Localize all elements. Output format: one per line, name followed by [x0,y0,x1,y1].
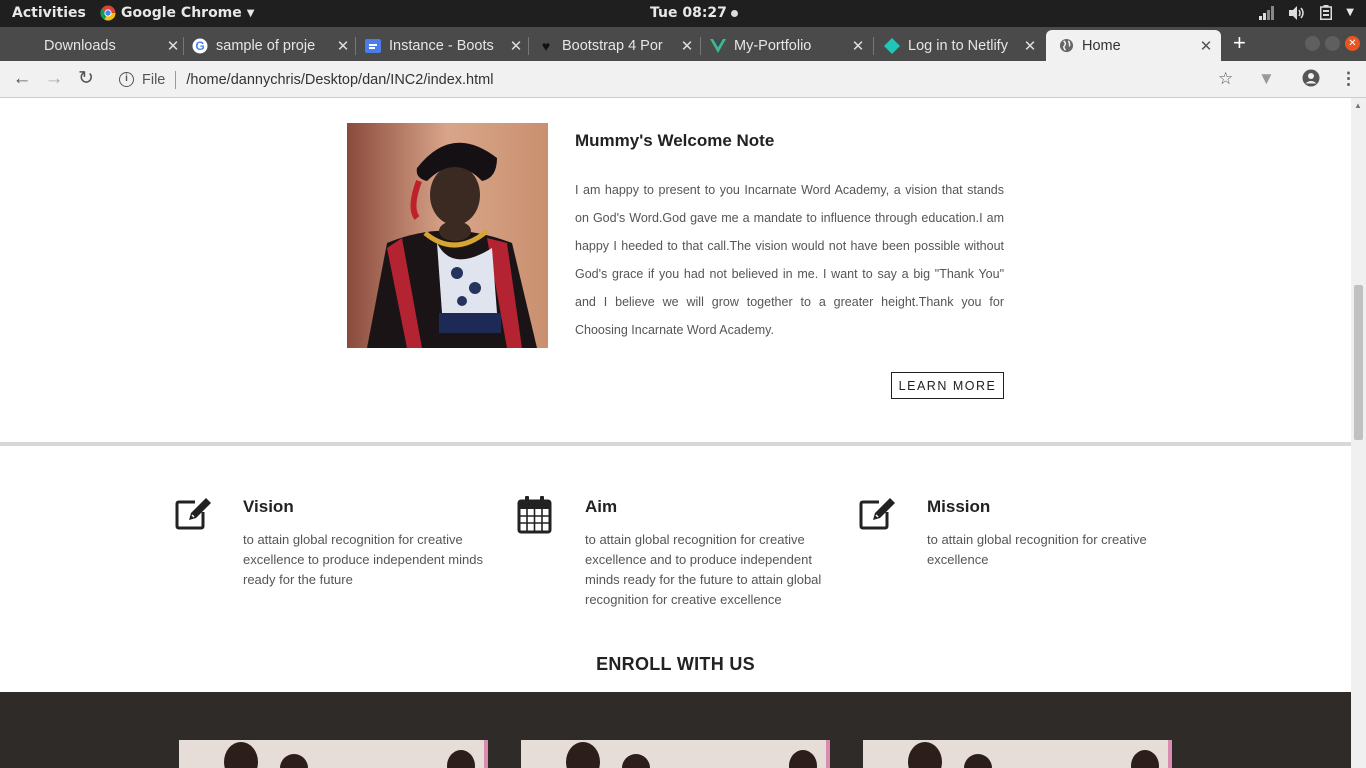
tab-title: Home [1082,37,1121,54]
url-text: /home/dannychris/Desktop/dan/INC2/index.… [186,71,494,88]
tab-separator [528,37,529,55]
reload-button[interactable]: ↻ [76,69,96,89]
browser-toolbar: ← → ↻ i File /home/dannychris/Desktop/da… [0,61,1366,98]
tab-separator [183,37,184,55]
instance-icon [365,38,381,54]
chrome-icon [100,5,116,21]
tab-title: sample of proje [216,37,316,54]
feature-text: to attain global recognition for creativ… [585,532,822,607]
forward-button[interactable]: → [44,69,64,89]
address-bar[interactable]: i File /home/dannychris/Desktop/dan/INC2… [110,65,1250,94]
wifi-signal-icon [1259,5,1275,20]
svg-text:G: G [195,39,204,53]
feature-text: to attain global recognition for creativ… [243,532,483,587]
chevron-down-icon: ▼ [246,7,255,19]
tab-downloads[interactable]: Downloads ✕ [20,30,180,61]
web-page: Mummy's Welcome Note I am happy to prese… [0,98,1351,768]
extension-icon[interactable]: ▼ [1258,69,1275,89]
tab-title: Downloads [44,37,116,54]
close-icon[interactable]: ✕ [1199,37,1213,55]
close-icon[interactable]: ✕ [680,37,694,55]
welcome-heading: Mummy's Welcome Note [575,131,775,150]
bookmark-star-icon[interactable]: ☆ [1218,69,1233,89]
tab-title: Log in to Netlify [908,37,1008,54]
clock-label: Tue 08:27 [650,5,727,21]
scrollbar-thumb[interactable] [1354,285,1363,440]
notification-dot-icon [730,9,738,17]
close-icon[interactable]: ✕ [509,37,523,55]
page-scrollbar[interactable]: ▲ [1351,98,1366,768]
learn-more-button[interactable]: LEARN MORE [891,372,1004,399]
tab-instance-bootstrap[interactable]: Instance - Boots ✕ [365,30,523,61]
minimize-button[interactable] [1305,36,1320,51]
tab-my-portfolio[interactable]: My-Portfolio ✕ [710,30,865,61]
tab-netlify-login[interactable]: Log in to Netlify ✕ [884,30,1037,61]
tab-bootstrap-portfolio[interactable]: ♥ Bootstrap 4 Por ✕ [538,30,694,61]
app-menu[interactable]: Google Chrome ▼ [100,5,254,21]
edit-icon [859,496,897,534]
globe-icon [1058,38,1074,54]
edit-icon [175,496,213,534]
url-scheme: File [142,71,166,88]
tab-title: My-Portfolio [734,37,812,54]
google-icon: G [192,38,208,54]
info-icon[interactable]: i [119,72,134,87]
tab-sample-of-project[interactable]: G sample of proje ✕ [192,30,350,61]
system-tray[interactable]: ▼ [1259,5,1354,20]
enroll-photo[interactable] [521,740,830,768]
profile-icon[interactable] [1302,69,1320,92]
calendar-icon [517,496,555,534]
battery-icon [1320,5,1333,20]
tab-separator [700,37,701,55]
volume-icon [1289,5,1305,20]
feature-text: to attain global recognition for creativ… [927,532,1147,567]
founder-portrait [347,123,548,348]
close-icon[interactable]: ✕ [336,37,350,55]
clock[interactable]: Tue 08:27 [650,5,738,21]
back-button[interactable]: ← [12,69,32,89]
tab-title: Bootstrap 4 Por [562,37,663,54]
tab-separator [873,37,874,55]
maximize-button[interactable] [1325,36,1340,51]
divider [175,70,177,89]
heart-icon: ♥ [541,37,551,54]
enroll-heading: ENROLL WITH US [596,654,755,674]
tab-title: Instance - Boots [389,37,494,54]
tab-strip: Downloads ✕ G sample of proje ✕ Instance… [0,27,1366,61]
app-name: Google Chrome [121,5,242,21]
tab-home[interactable]: Home ✕ [1046,30,1221,61]
enroll-photo[interactable] [179,740,488,768]
close-icon[interactable]: ✕ [851,37,865,55]
welcome-text: I am happy to present to you Incarnate W… [575,183,1004,337]
feature-title: Aim [585,497,618,516]
close-icon[interactable]: ✕ [1023,37,1037,55]
vue-icon [710,38,726,54]
system-top-bar: Activities Google Chrome ▼ Tue 08:27 ▼ [0,0,1366,27]
scroll-up-icon[interactable]: ▲ [1354,101,1362,110]
new-tab-button[interactable]: + [1233,32,1246,54]
tab-separator [355,37,356,55]
chevron-down-icon: ▼ [1346,7,1354,18]
close-icon[interactable]: ✕ [166,37,180,55]
close-window-button[interactable]: ✕ [1345,36,1360,51]
menu-icon[interactable]: ⋮ [1340,69,1357,89]
feature-title: Mission [927,497,991,516]
enroll-photo[interactable] [863,740,1172,768]
welcome-section: Mummy's Welcome Note I am happy to prese… [0,98,1351,446]
netlify-icon [884,37,900,54]
activities-button[interactable]: Activities [12,5,86,21]
feature-title: Vision [243,497,294,516]
